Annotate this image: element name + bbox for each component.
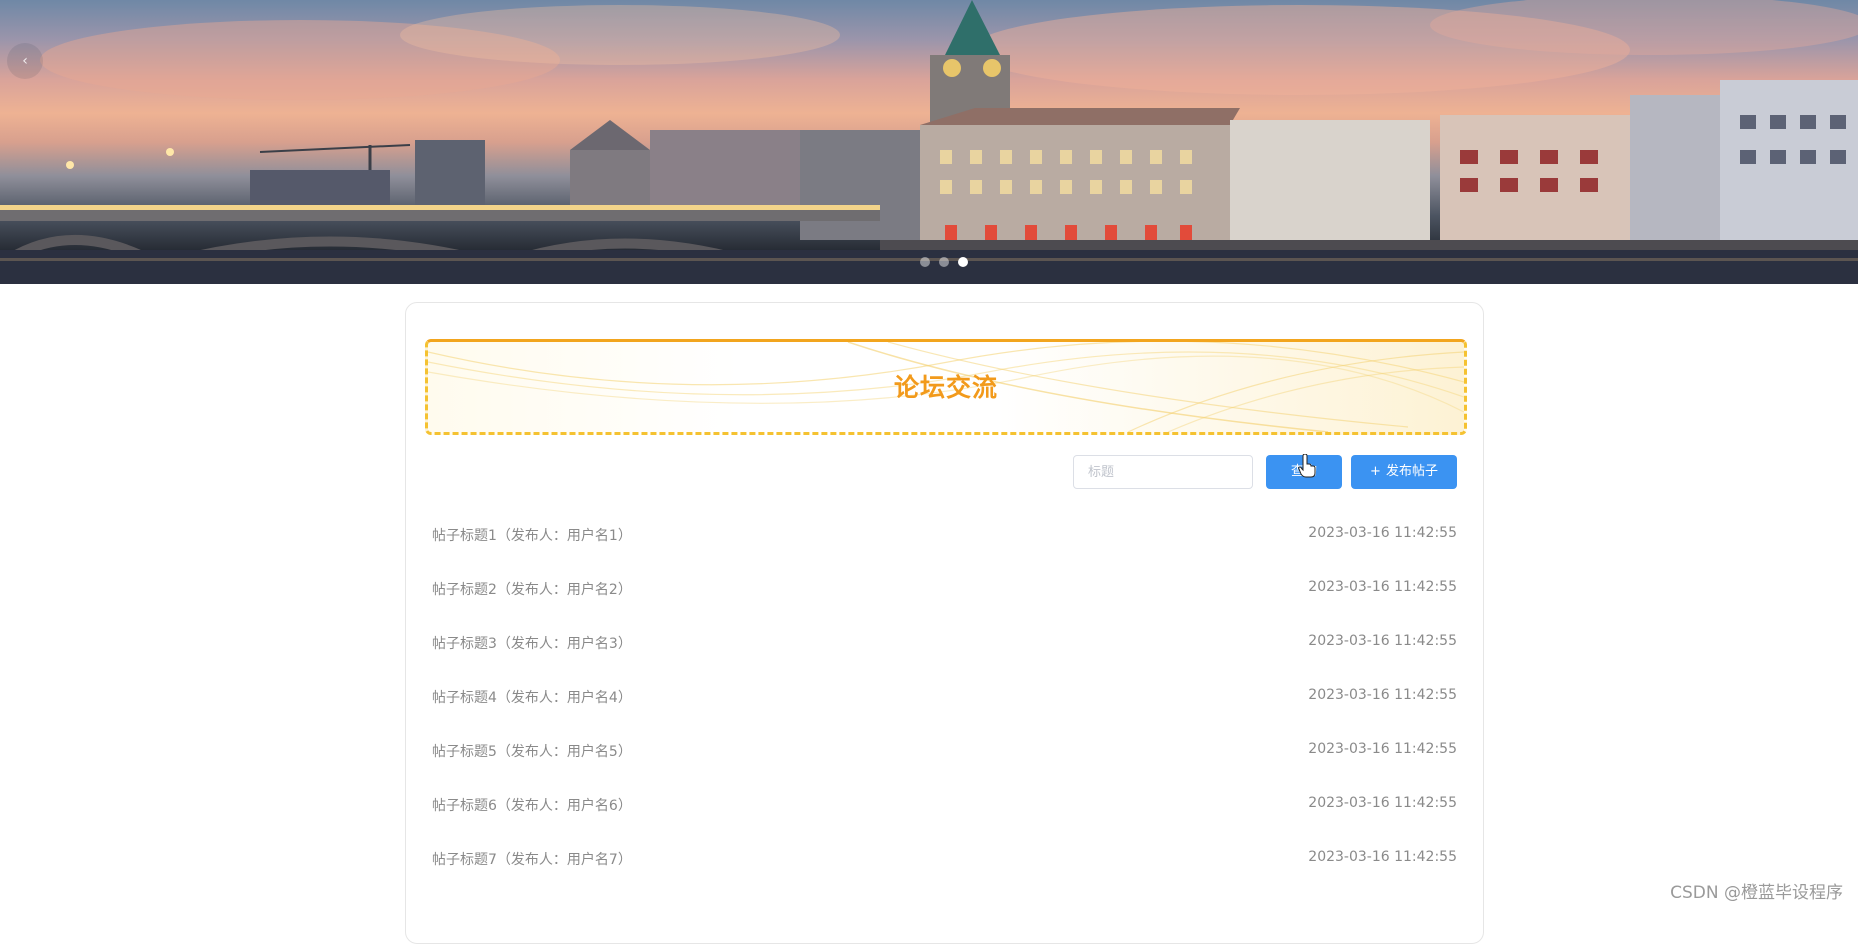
post-title: 帖子标题6（发布人：用户名6） xyxy=(432,798,632,814)
post-time: 2023-03-16 11:42:55 xyxy=(1308,849,1457,865)
carousel-dot-3[interactable] xyxy=(958,257,968,267)
post-row-2[interactable]: 帖子标题2（发布人：用户名2） 2023-03-16 11:42:55 xyxy=(432,579,1457,633)
forum-title-banner: 论坛交流 xyxy=(425,339,1467,435)
post-row-4[interactable]: 帖子标题4（发布人：用户名4） 2023-03-16 11:42:55 xyxy=(432,687,1457,741)
post-row-1[interactable]: 帖子标题1（发布人：用户名1） 2023-03-16 11:42:55 xyxy=(432,525,1457,579)
city-skyline-image xyxy=(0,0,1858,284)
post-list: 帖子标题1（发布人：用户名1） 2023-03-16 11:42:55 帖子标题… xyxy=(432,525,1457,903)
post-time: 2023-03-16 11:42:55 xyxy=(1308,687,1457,703)
banner-carousel: ‹ xyxy=(0,0,1858,284)
post-row-3[interactable]: 帖子标题3（发布人：用户名3） 2023-03-16 11:42:55 xyxy=(432,633,1457,687)
plus-icon: + xyxy=(1370,464,1381,479)
post-title: 帖子标题4（发布人：用户名4） xyxy=(432,690,632,706)
post-time: 2023-03-16 11:42:55 xyxy=(1308,795,1457,811)
page-title: 论坛交流 xyxy=(893,373,998,402)
post-time: 2023-03-16 11:42:55 xyxy=(1308,633,1457,649)
post-title: 帖子标题2（发布人：用户名2） xyxy=(432,582,632,598)
post-title: 帖子标题3（发布人：用户名3） xyxy=(432,636,632,652)
carousel-dot-2[interactable] xyxy=(939,257,949,267)
post-time: 2023-03-16 11:42:55 xyxy=(1308,741,1457,757)
add-post-button[interactable]: + 发布帖子 xyxy=(1351,455,1457,489)
post-row-7[interactable]: 帖子标题7（发布人：用户名7） 2023-03-16 11:42:55 xyxy=(432,849,1457,903)
post-title: 帖子标题7（发布人：用户名7） xyxy=(432,852,632,868)
carousel-dot-1[interactable] xyxy=(920,257,930,267)
post-title: 帖子标题5（发布人：用户名5） xyxy=(432,744,632,760)
post-row-5[interactable]: 帖子标题5（发布人：用户名5） 2023-03-16 11:42:55 xyxy=(432,741,1457,795)
hand-cursor-icon xyxy=(1298,454,1316,478)
carousel-prev-arrow[interactable]: ‹ xyxy=(7,43,43,79)
add-post-button-label: 发布帖子 xyxy=(1385,464,1438,479)
post-row-6[interactable]: 帖子标题6（发布人：用户名6） 2023-03-16 11:42:55 xyxy=(432,795,1457,849)
csdn-watermark: CSDN @橙蓝毕设程序 xyxy=(1670,883,1843,903)
title-search-input[interactable] xyxy=(1073,455,1253,489)
post-time: 2023-03-16 11:42:55 xyxy=(1308,525,1457,541)
forum-card: 论坛交流 查询 +发布帖子 帖子标题1（发布人：用户名1） 2023-03-16… xyxy=(405,302,1484,944)
post-title: 帖子标题1（发布人：用户名1） xyxy=(432,528,632,544)
post-time: 2023-03-16 11:42:55 xyxy=(1308,579,1457,595)
